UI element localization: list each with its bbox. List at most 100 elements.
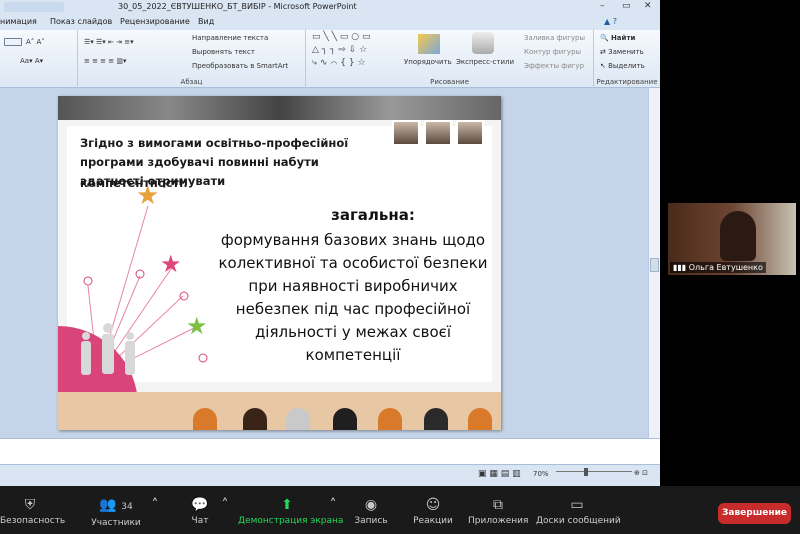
participants-button[interactable]: 👥 34 Участники	[86, 486, 146, 534]
tab-animation[interactable]: нимация	[0, 17, 37, 26]
ring-1	[83, 276, 93, 286]
shape-outline-button[interactable]: Контур фигуры	[524, 48, 581, 56]
audience-silhouette	[378, 408, 402, 430]
whiteboards-button[interactable]: ▭ Доски сообщений	[536, 486, 621, 534]
paragraph-group-label: Абзац	[180, 78, 203, 86]
ribbon: A˄ A˅ Aa▾ A▾ ☰▾ ☰▾ ⇤ ⇥ ≡▾ ≡ ≡ ≡ ≡ ▥▾ Нап…	[0, 30, 660, 88]
green-star-icon: ★	[186, 312, 208, 340]
fit-slide-icon[interactable]: ⊕ ⊡	[634, 469, 648, 477]
meeting-toolbar: ⛨ Безопасность 👥 34 Участники ˄ 💬 Чат ˄ …	[0, 486, 800, 534]
chat-caret-icon[interactable]: ˄	[220, 486, 230, 534]
slide-heading: загальна:	[331, 206, 415, 224]
security-button[interactable]: ⛨ Безопасность	[0, 486, 65, 534]
audience-silhouette	[286, 408, 310, 430]
gold-star-icon: ★	[136, 181, 159, 211]
reactions-label: Реакции	[413, 516, 453, 526]
select-label: Выделить	[608, 62, 645, 70]
drawing-group: ▭ ╲ ╲ ▭ ○ ▭ △ ┐ ┐ ⇨ ⇩ ☆ ⤷ ∿ ⌒ { } ☆ Упор…	[306, 30, 594, 88]
align-icons[interactable]: ≡ ≡ ≡ ≡ ▥▾	[84, 57, 127, 65]
end-meeting-button[interactable]: Завершение	[718, 503, 791, 524]
reactions-icon: ☺	[425, 497, 441, 513]
arrange-icon[interactable]	[418, 34, 440, 54]
shapes-gallery-row3[interactable]: ⤷ ∿ ⌒ { } ☆	[312, 58, 366, 68]
audience-silhouette	[333, 408, 357, 430]
paragraph-group: ☰▾ ☰▾ ⇤ ⇥ ≡▾ ≡ ≡ ≡ ≡ ▥▾ Направление текс…	[78, 30, 306, 88]
whiteboard-icon: ▭	[570, 497, 584, 513]
maximize-icon[interactable]: ▭	[622, 1, 631, 11]
close-icon[interactable]: ✕	[644, 1, 652, 11]
font-size-box[interactable]	[4, 38, 22, 46]
participant-name-tag: ▮▮▮ Ольга Евтушенко	[670, 262, 766, 273]
share-screen-button[interactable]: ⬆ Демонстрация экрана	[238, 486, 343, 534]
zoom-slider-thumb[interactable]	[584, 468, 588, 476]
window-title: 30_05_2022_ЄВТУШЕНКО_БТ_ВИБІР - Microsof…	[118, 2, 357, 11]
ring-3	[179, 291, 189, 301]
grow-font-icon[interactable]: A˄ A˅	[26, 38, 45, 46]
quick-styles-icon[interactable]	[472, 32, 494, 54]
tab-slideshow[interactable]: Показ слайдов	[50, 17, 112, 26]
editing-group: 🔍 Найти ⇄ Заменить ↖ Выделить Редактиров…	[594, 30, 660, 88]
scroll-thumb[interactable]	[650, 258, 659, 272]
powerpoint-title-bar: 30_05_2022_ЄВТУШЕНКО_БТ_ВИБІР - Microsof…	[0, 0, 660, 14]
chat-button[interactable]: 💬 Чат	[185, 486, 215, 534]
tab-review[interactable]: Рецензирование	[120, 17, 190, 26]
photo-3	[456, 120, 484, 146]
participants-count: 34	[121, 502, 133, 512]
audience-silhouette	[468, 408, 492, 430]
shapes-gallery-row2[interactable]: △ ┐ ┐ ⇨ ⇩ ☆	[312, 45, 367, 55]
view-buttons[interactable]: ▣ ▦ ▤ ▥	[478, 469, 521, 479]
share-caret-icon[interactable]: ˄	[328, 486, 338, 534]
whiteboards-label: Доски сообщений	[536, 516, 621, 526]
shape-fill-button[interactable]: Заливка фигуры	[524, 34, 585, 42]
status-bar: ▣ ▦ ▤ ▥ 70% ⊕ ⊡	[0, 464, 660, 486]
audience-silhouette	[424, 408, 448, 430]
photo-strip	[392, 120, 492, 148]
chat-icon: 💬	[191, 497, 209, 513]
ring-4	[198, 353, 208, 363]
notes-pane[interactable]	[0, 438, 660, 464]
apps-button[interactable]: ⧉ Приложения	[468, 486, 528, 534]
record-button[interactable]: ◉ Запись	[352, 486, 390, 534]
shape-effects-button[interactable]: Эффекты фигур	[524, 62, 584, 70]
participants-caret-icon[interactable]: ˄	[150, 486, 160, 534]
record-label: Запись	[354, 516, 388, 526]
participants-icon: 👥 34	[99, 497, 133, 513]
font-group: A˄ A˅ Aa▾ A▾	[0, 30, 78, 88]
select-button[interactable]: ↖ Выделить	[600, 62, 645, 70]
minimize-icon[interactable]: –	[600, 1, 605, 11]
convert-smartart-button[interactable]: Преобразовать в SmartArt	[192, 62, 288, 70]
slide-top-banner	[58, 96, 501, 120]
help-icon[interactable]: ▲ ?	[604, 17, 617, 26]
align-text-button[interactable]: Выровнять текст	[192, 48, 255, 56]
quick-styles-button[interactable]: Экспресс-стили	[456, 58, 514, 66]
ribbon-tab-bar: нимация Показ слайдов Рецензирование Вид…	[0, 14, 660, 30]
zoom-slider[interactable]	[556, 468, 632, 479]
participant-video-tile[interactable]: ▮▮▮ Ольга Евтушенко	[668, 203, 796, 275]
shapes-gallery[interactable]: ▭ ╲ ╲ ▭ ○ ▭	[312, 32, 371, 42]
quick-access-toolbar[interactable]	[4, 2, 64, 12]
audience-silhouette	[243, 408, 267, 430]
editing-group-label: Редактирование	[596, 78, 658, 86]
find-button[interactable]: 🔍 Найти	[600, 34, 635, 42]
zoom-meeting-window: 30_05_2022_ЄВТУШЕНКО_БТ_ВИБІР - Microsof…	[0, 0, 800, 534]
font-color-icon[interactable]: Aa▾ A▾	[20, 57, 43, 65]
bullets-icon[interactable]: ☰▾ ☰▾ ⇤ ⇥ ≡▾	[84, 38, 134, 46]
tab-view[interactable]: Вид	[198, 17, 214, 26]
pink-star-icon: ★	[160, 250, 182, 278]
replace-button[interactable]: ⇄ Заменить	[600, 48, 644, 56]
people-figures-icon	[81, 323, 135, 375]
vertical-scrollbar[interactable]	[648, 88, 660, 438]
chat-label: Чат	[191, 516, 209, 526]
reactions-button[interactable]: ☺ Реакции	[412, 486, 454, 534]
apps-label: Приложения	[468, 516, 529, 526]
shield-icon: ⛨	[24, 497, 36, 513]
apps-icon: ⧉	[493, 497, 503, 513]
text-direction-button[interactable]: Направление текста	[192, 34, 268, 42]
drawing-group-label: Рисование	[430, 78, 469, 86]
find-label: Найти	[610, 34, 636, 42]
arrange-button[interactable]: Упорядочить	[404, 58, 452, 66]
slide-canvas[interactable]: Згідно з вимогами освітньо-професійної п…	[58, 96, 501, 430]
photo-1	[392, 120, 420, 146]
photo-2	[424, 120, 452, 146]
participant-silhouette	[720, 211, 756, 261]
